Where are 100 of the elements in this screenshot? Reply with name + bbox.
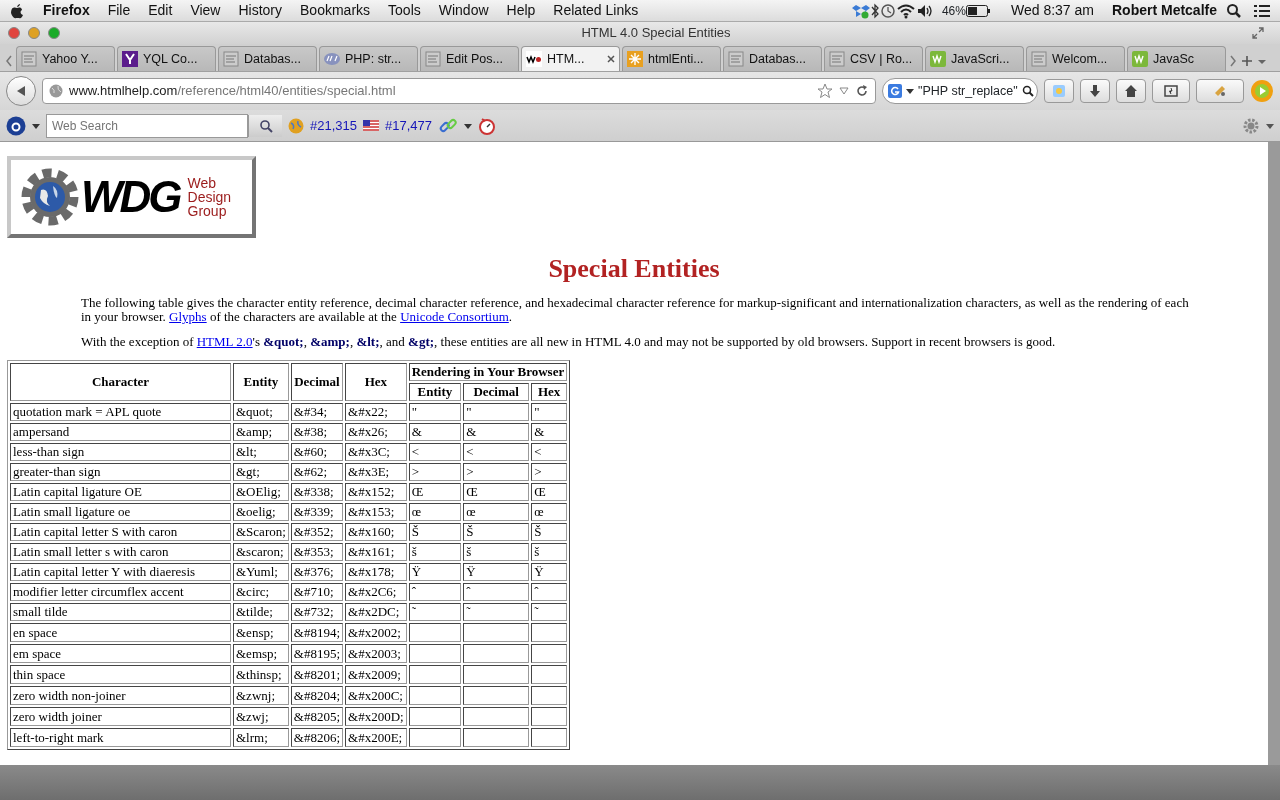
table-cell: &quot; bbox=[233, 403, 289, 421]
table-cell: Œ bbox=[463, 483, 530, 501]
stopwatch-icon[interactable] bbox=[478, 116, 496, 135]
table-cell: &#x152; bbox=[345, 483, 407, 501]
table-cell: Ÿ bbox=[531, 563, 568, 581]
table-cell: &scaron; bbox=[233, 543, 289, 561]
browser-tab[interactable]: PHP: str... bbox=[319, 46, 418, 71]
table-cell: &#x2002; bbox=[345, 623, 407, 642]
body-paragraph: With the exception of HTML 2.0's &quot;, &amp;, &lt;, and &gt;, these entities are all new in HTML 4.0 and may not be supported by old browsers. Support in recent browsers is good. bbox=[81, 335, 1057, 349]
caret-icon[interactable] bbox=[1266, 121, 1274, 130]
bookmarks-icon bbox=[1163, 83, 1179, 99]
menu-item[interactable]: Related Links bbox=[544, 0, 648, 21]
browser-tab[interactable]: Yahoo Y... bbox=[16, 46, 115, 71]
fullscreen-icon[interactable] bbox=[1252, 27, 1264, 39]
favicon-icon bbox=[21, 51, 37, 67]
browser-tab[interactable]: Databas... bbox=[723, 46, 822, 71]
table-cell: &#x200E; bbox=[345, 728, 407, 747]
browser-tab[interactable]: htmlEnti... bbox=[622, 46, 721, 71]
bookmark-star-icon[interactable] bbox=[817, 83, 833, 99]
search-field[interactable]: "PHP str_replace" bbox=[882, 78, 1038, 104]
table-cell: &#x3C; bbox=[345, 443, 407, 461]
apple-icon[interactable] bbox=[10, 2, 24, 19]
text-link[interactable]: Unicode Consortium bbox=[400, 309, 509, 324]
text-link[interactable]: HTML 2.0 bbox=[196, 334, 253, 349]
minimize-button[interactable] bbox=[28, 27, 40, 39]
browser-tab[interactable]: Welcom... bbox=[1026, 46, 1125, 71]
extension-icon bbox=[1051, 83, 1067, 99]
bookmarks-button[interactable] bbox=[1152, 79, 1190, 103]
table-cell: &#x2C6; bbox=[345, 583, 407, 601]
caret-icon[interactable] bbox=[464, 121, 472, 130]
close-icon[interactable] bbox=[607, 55, 615, 63]
bluetooth-icon[interactable] bbox=[869, 2, 880, 19]
user-name[interactable]: Robert Metcalfe bbox=[1102, 0, 1226, 21]
menu-item[interactable]: Tools bbox=[379, 0, 430, 21]
list-icon[interactable] bbox=[1254, 3, 1270, 18]
wifi-icon[interactable] bbox=[895, 2, 916, 19]
window-title: HTML 4.0 Special Entities bbox=[580, 24, 732, 43]
app-menu[interactable]: Firefox bbox=[34, 0, 99, 21]
menu-item[interactable]: Window bbox=[429, 0, 498, 21]
back-button[interactable] bbox=[6, 76, 36, 106]
browser-tab[interactable]: YQL Co... bbox=[117, 46, 216, 71]
menu-item[interactable]: File bbox=[98, 0, 140, 21]
address-field[interactable]: www.htmlhelp.com/reference/html40/entities/special.html bbox=[42, 78, 876, 104]
battery-icon[interactable] bbox=[965, 4, 990, 17]
menu-item[interactable]: View bbox=[181, 0, 230, 21]
browser-tab[interactable]: Databas... bbox=[218, 46, 317, 71]
table-cell: " bbox=[463, 403, 530, 421]
a-logo-icon[interactable] bbox=[6, 115, 26, 136]
reload-icon[interactable] bbox=[855, 84, 869, 98]
menu-item[interactable]: Edit bbox=[139, 0, 182, 21]
close-button[interactable] bbox=[8, 27, 20, 39]
rank-label[interactable]: #17,477 bbox=[385, 115, 432, 136]
table-cell: &#8194; bbox=[290, 623, 344, 642]
table-cell: zero width non-joiner bbox=[10, 686, 231, 705]
menu-item[interactable]: History bbox=[229, 0, 292, 21]
caret-icon[interactable] bbox=[32, 121, 40, 130]
search-icon[interactable] bbox=[258, 118, 273, 133]
flag-icon[interactable] bbox=[363, 120, 379, 131]
table-cell: ampersand bbox=[10, 423, 231, 441]
home-button[interactable] bbox=[1116, 79, 1146, 103]
table-cell: " bbox=[531, 403, 568, 421]
favicon-icon bbox=[122, 51, 138, 67]
dropdown-icon[interactable] bbox=[839, 86, 849, 96]
table-cell: &#60; bbox=[290, 443, 344, 461]
browser-tab[interactable]: HTM... bbox=[521, 46, 620, 71]
addon-button[interactable] bbox=[1196, 79, 1244, 103]
table-cell: less-than sign bbox=[10, 443, 231, 461]
favicon-icon bbox=[728, 51, 744, 67]
table-cell: &#710; bbox=[290, 583, 344, 601]
search-icon[interactable] bbox=[1226, 2, 1242, 19]
menu-item[interactable]: Help bbox=[497, 0, 545, 21]
search-button[interactable] bbox=[248, 114, 282, 137]
table-cell: & bbox=[408, 423, 462, 441]
chain-link-icon[interactable] bbox=[438, 116, 458, 135]
table-cell: &#376; bbox=[290, 563, 344, 581]
text-link[interactable]: Glyphs bbox=[169, 309, 207, 324]
table-cell: Latin capital ligature OE bbox=[10, 483, 231, 501]
download-button[interactable] bbox=[1080, 79, 1110, 103]
rank-label[interactable]: #21,315 bbox=[310, 115, 357, 136]
home-icon bbox=[1123, 83, 1139, 99]
table-cell: &#338; bbox=[290, 483, 344, 501]
globe-icon[interactable] bbox=[288, 117, 304, 134]
menu-item[interactable]: Bookmarks bbox=[291, 0, 380, 21]
browser-tab[interactable]: Edit Pos... bbox=[420, 46, 519, 71]
table-cell: œ bbox=[463, 503, 530, 521]
clock-text[interactable]: Wed 8:37 am bbox=[1001, 0, 1103, 21]
settings-icon[interactable] bbox=[1242, 116, 1260, 135]
table-cell: &#8204; bbox=[290, 686, 344, 705]
browser-tab[interactable]: JavaScri... bbox=[925, 46, 1024, 71]
extension-button[interactable] bbox=[1044, 79, 1074, 103]
zoom-button[interactable] bbox=[48, 27, 60, 39]
browser-tab[interactable]: JavaSc bbox=[1127, 46, 1226, 71]
table-cell: > bbox=[531, 463, 568, 481]
web-search-field[interactable]: Web Search bbox=[46, 113, 248, 138]
column-header: Decimal bbox=[463, 383, 530, 401]
browser-tab[interactable]: CSV | Ro... bbox=[824, 46, 923, 71]
search-icon[interactable] bbox=[1021, 85, 1034, 97]
dropbox-icon[interactable] bbox=[851, 2, 870, 19]
clock-icon[interactable] bbox=[879, 2, 896, 19]
table-cell: modifier letter circumflex accent bbox=[10, 583, 231, 601]
